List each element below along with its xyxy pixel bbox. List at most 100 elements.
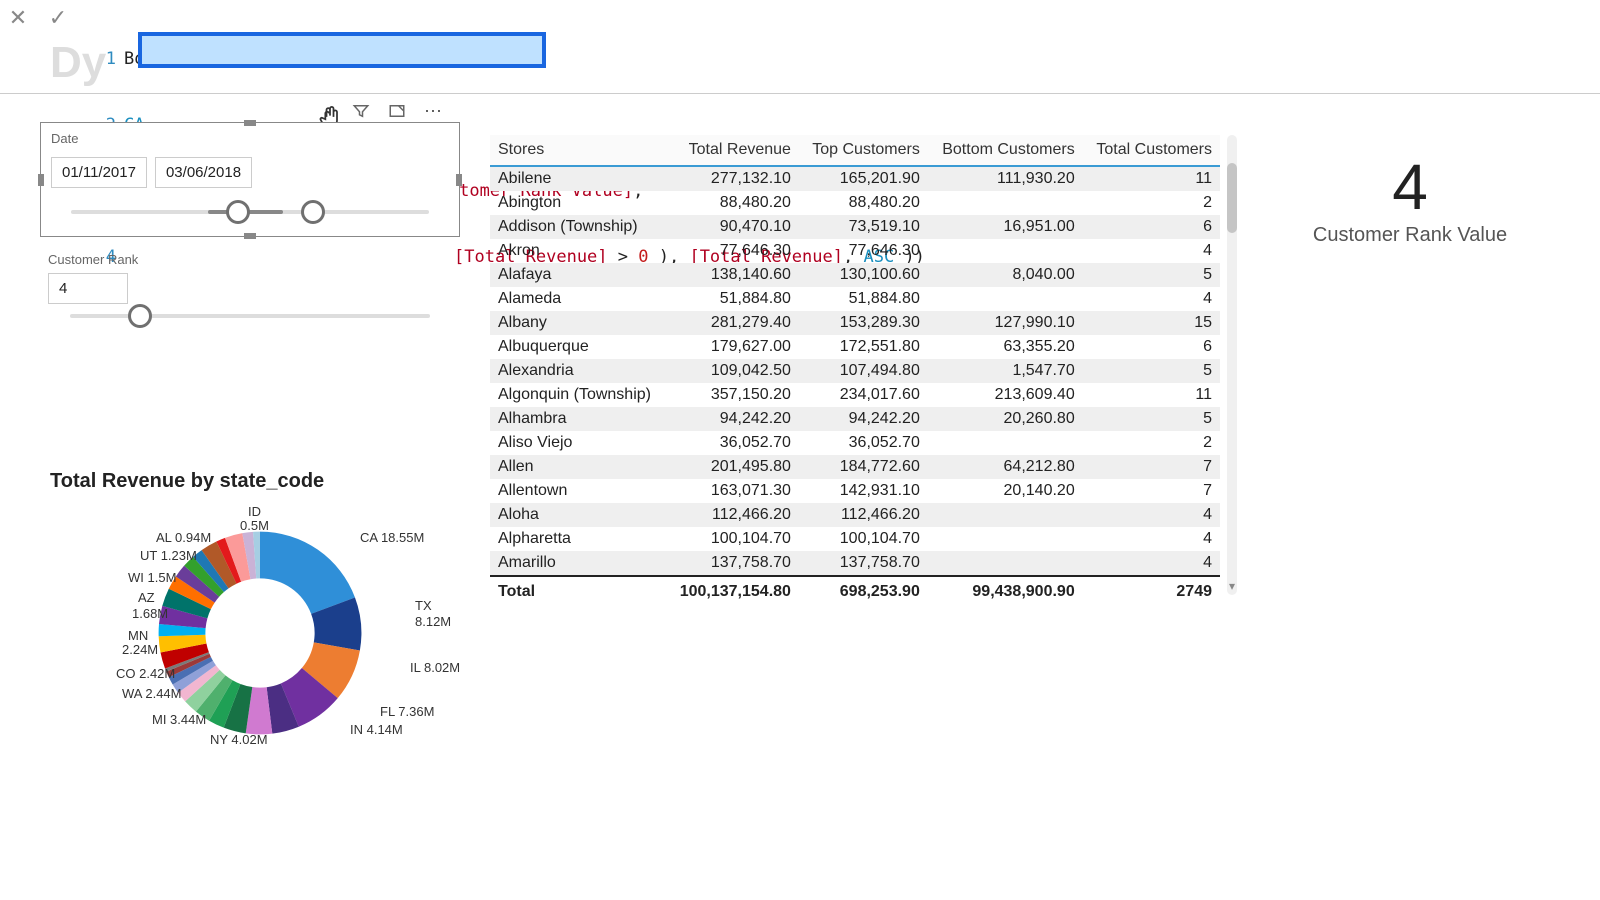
value-cell: 11 [1083,166,1220,191]
value-cell: 357,150.20 [666,383,799,407]
date-range-thumb-start[interactable] [226,200,250,224]
store-cell: Abilene [490,166,666,191]
table-row[interactable]: Abilene277,132.10165,201.90111,930.2011 [490,166,1220,191]
donut-label: NY 4.02M [210,732,268,747]
donut-label: WA 2.44M [122,686,181,701]
cancel-icon[interactable]: ✕ [6,6,30,30]
footer-cell: 698,253.90 [799,576,928,604]
value-cell: 138,140.60 [666,263,799,287]
table-row[interactable]: Alafaya138,140.60130,100.608,040.005 [490,263,1220,287]
table-row[interactable]: Alpharetta100,104.70100,104.704 [490,527,1220,551]
table-row[interactable]: Amarillo137,758.70137,758.704 [490,551,1220,576]
value-cell: 137,758.70 [666,551,799,576]
value-cell [928,551,1083,576]
date-from-input[interactable]: 01/11/2017 [51,157,147,188]
value-cell: 184,772.60 [799,455,928,479]
table-header[interactable]: Total Customers [1083,135,1220,166]
donut-label: CO 2.42M [116,666,175,681]
filter-icon[interactable] [350,100,372,122]
table-row[interactable]: Alameda51,884.8051,884.804 [490,287,1220,311]
value-cell: 15 [1083,311,1220,335]
table-row[interactable]: Aliso Viejo36,052.7036,052.702 [490,431,1220,455]
store-cell: Albany [490,311,666,335]
table-row[interactable]: Allen201,495.80184,772.6064,212.807 [490,455,1220,479]
table-row[interactable]: Alhambra94,242.2094,242.2020,260.805 [490,407,1220,431]
value-cell: 127,990.10 [928,311,1083,335]
donut-slice[interactable] [260,532,355,614]
date-to-input[interactable]: 03/06/2018 [155,157,252,188]
store-cell: Alafaya [490,263,666,287]
resize-handle[interactable] [244,233,256,239]
table-header[interactable]: Top Customers [799,135,928,166]
kpi-card[interactable]: 4 Customer Rank Value [1280,150,1540,247]
value-cell: 107,494.80 [799,359,928,383]
resize-handle[interactable] [456,174,462,186]
table-row[interactable]: Aloha112,466.20112,466.204 [490,503,1220,527]
value-cell [928,287,1083,311]
value-cell: 281,279.40 [666,311,799,335]
value-cell [928,239,1083,263]
date-slicer-title: Date [51,131,78,146]
kpi-value: 4 [1280,150,1540,224]
donut-chart[interactable]: Total Revenue by state_code CA 18.55MTX8… [50,470,470,763]
focus-mode-icon[interactable] [386,100,408,122]
value-cell: 94,242.20 [666,407,799,431]
value-cell: 4 [1083,527,1220,551]
value-cell: 51,884.80 [666,287,799,311]
value-cell: 51,884.80 [799,287,928,311]
commit-icon[interactable]: ✓ [46,6,70,30]
value-cell: 142,931.10 [799,479,928,503]
more-options-icon[interactable]: ⋯ [422,100,444,122]
table-scrollbar[interactable]: ▴ ▾ [1224,135,1240,595]
customer-rank-thumb[interactable] [128,304,152,328]
donut-label: CA 18.55M [360,530,424,545]
value-cell: 94,242.20 [799,407,928,431]
resize-handle[interactable] [244,120,256,126]
donut-label: FL 7.36M [380,704,434,719]
value-cell: 7 [1083,479,1220,503]
donut-label: 0.5M [240,518,269,533]
value-cell: 112,466.20 [666,503,799,527]
customer-rank-slicer[interactable]: Customer Rank 4 [40,250,460,318]
value-cell: 109,042.50 [666,359,799,383]
resize-handle[interactable] [38,174,44,186]
customer-rank-input[interactable]: 4 [48,273,128,304]
donut-chart-title: Total Revenue by state_code [50,470,470,493]
store-cell: Abington [490,191,666,215]
date-slicer[interactable]: Date 01/11/2017 03/06/2018 [40,122,460,237]
value-cell: 88,480.20 [666,191,799,215]
table-row[interactable]: Albuquerque179,627.00172,551.8063,355.20… [490,335,1220,359]
value-cell: 153,289.30 [799,311,928,335]
table-header[interactable]: Stores [490,135,666,166]
date-range-thumb-end[interactable] [301,200,325,224]
store-cell: Allen [490,455,666,479]
table-row[interactable]: Abington88,480.2088,480.202 [490,191,1220,215]
scroll-down-icon[interactable]: ▾ [1224,579,1240,595]
donut-label: AL 0.94M [156,530,211,545]
value-cell: 4 [1083,551,1220,576]
table-row[interactable]: Allentown163,071.30142,931.1020,140.207 [490,479,1220,503]
table-row[interactable]: Albany281,279.40153,289.30127,990.1015 [490,311,1220,335]
store-cell: Alameda [490,287,666,311]
donut-label: ID [248,504,261,519]
stores-table[interactable]: StoresTotal RevenueTop CustomersBottom C… [490,135,1220,604]
donut-label: AZ [138,590,155,605]
donut-label: 1.68M [132,606,168,621]
value-cell: 64,212.80 [928,455,1083,479]
table-row[interactable]: Alexandria109,042.50107,494.801,547.705 [490,359,1220,383]
table-header[interactable]: Bottom Customers [928,135,1083,166]
table-row[interactable]: Addison (Township)90,470.1073,519.1016,9… [490,215,1220,239]
kpi-label: Customer Rank Value [1280,224,1540,247]
value-cell: 16,951.00 [928,215,1083,239]
table-row[interactable]: Akron77,646.3077,646.304 [490,239,1220,263]
table-row[interactable]: Algonquin (Township)357,150.20234,017.60… [490,383,1220,407]
table-header[interactable]: Total Revenue [666,135,799,166]
customer-rank-track[interactable] [70,314,430,318]
scroll-thumb[interactable] [1227,163,1237,233]
value-cell: 5 [1083,407,1220,431]
store-cell: Albuquerque [490,335,666,359]
visual-header-toolbar: ⋯ [350,100,444,122]
donut-label: WI 1.5M [128,570,176,585]
value-cell: 4 [1083,239,1220,263]
store-cell: Alpharetta [490,527,666,551]
